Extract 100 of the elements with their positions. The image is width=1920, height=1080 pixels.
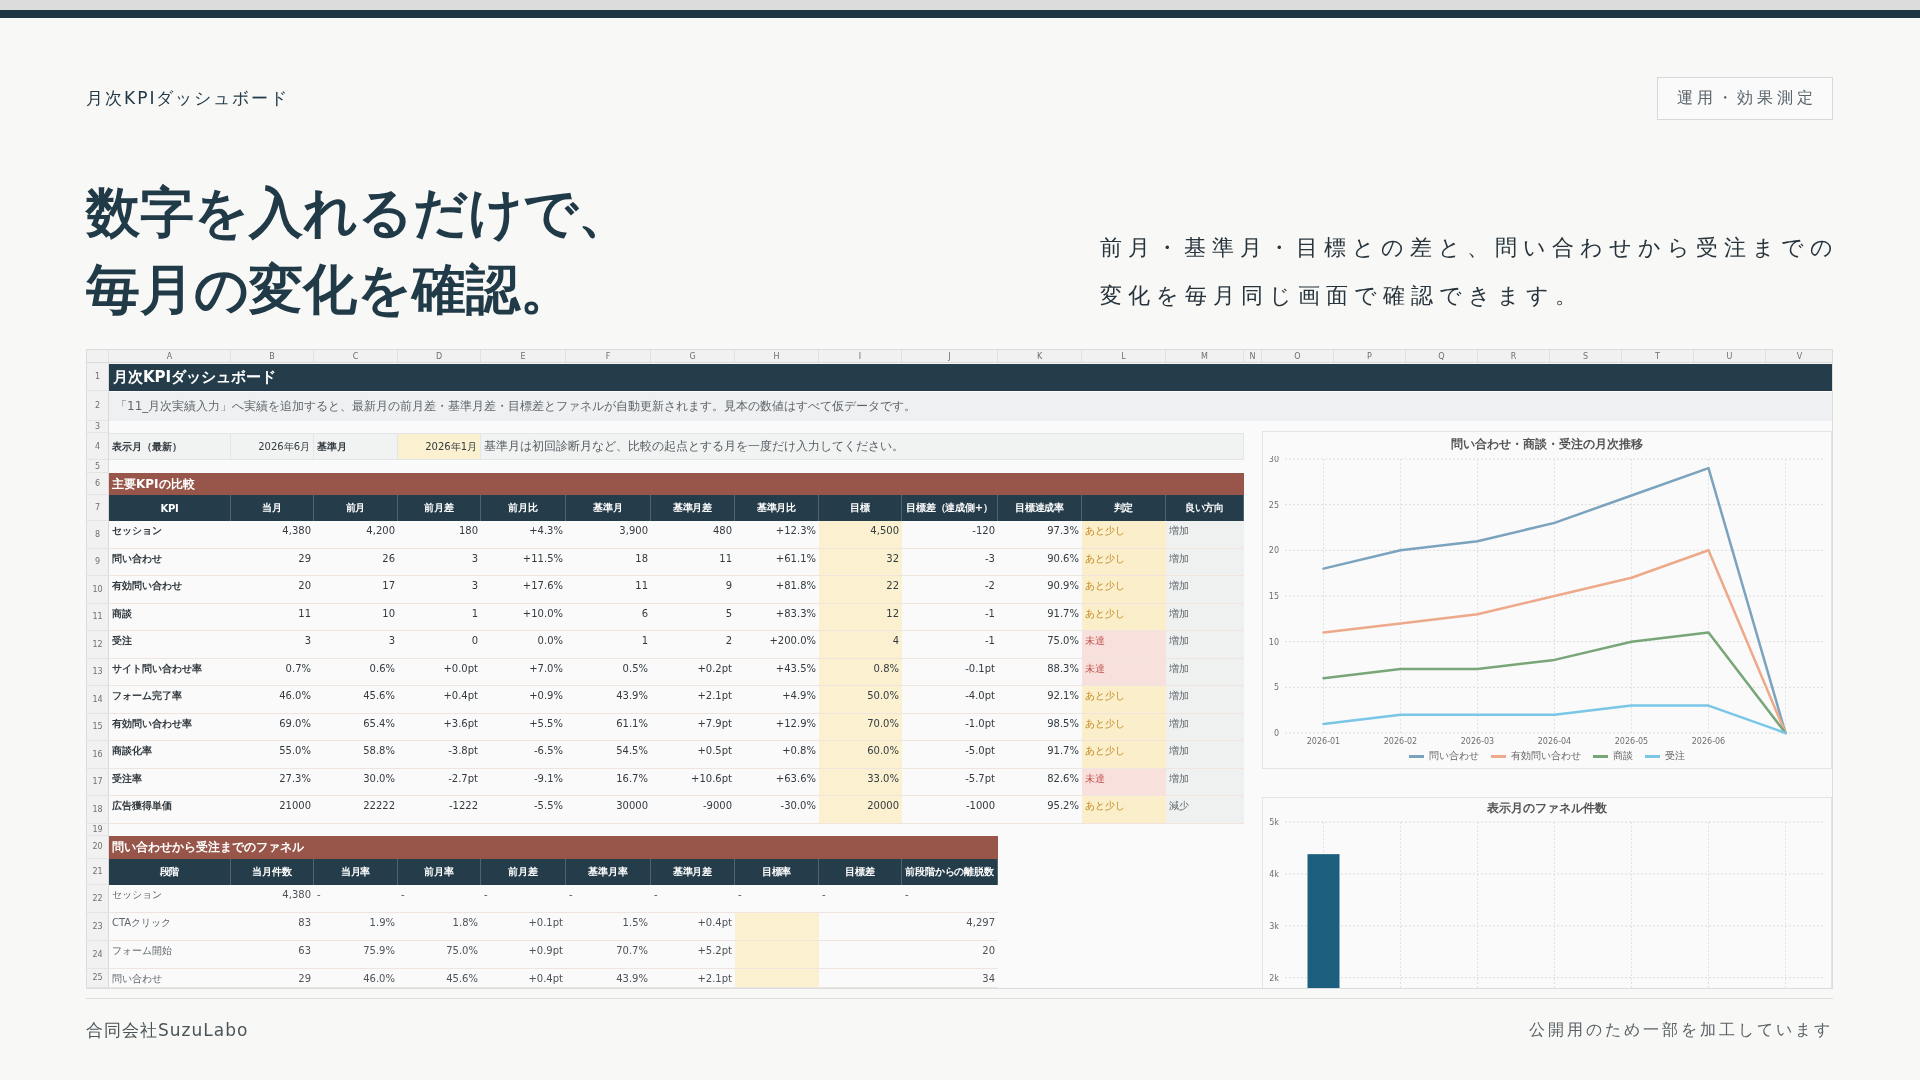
column-header: 段階 <box>109 858 231 885</box>
table-cell: 22222 <box>314 796 398 824</box>
table-cell: 65.4% <box>314 713 398 741</box>
table-cell: -1 <box>902 631 998 659</box>
column-header: KPI <box>109 495 231 521</box>
table-cell: +10.0% <box>481 603 566 631</box>
table-cell: 10 <box>314 603 398 631</box>
table-cell: 4,380 <box>231 521 314 549</box>
column-header: 目標達成率 <box>998 495 1082 521</box>
row-number: 16 <box>87 741 109 769</box>
column-letter: M <box>1166 350 1244 363</box>
table-cell: 問い合わせ <box>109 548 231 576</box>
table-cell: 1 <box>398 603 481 631</box>
axis-label: 4k <box>1269 869 1279 879</box>
column-header: 当月件数 <box>231 858 314 885</box>
chart-title: 表示月のファネル件数 <box>1487 799 1607 817</box>
table-cell: 20 <box>231 576 314 604</box>
column-letter: T <box>1622 350 1694 363</box>
column-header: 目標差 <box>819 858 902 885</box>
column-letter: D <box>398 350 481 363</box>
table-cell: 75.0% <box>398 940 481 969</box>
table-cell: 9 <box>651 576 735 604</box>
status-cell: あと少し <box>1082 796 1166 824</box>
table-cell: 45.6% <box>314 686 398 714</box>
axis-label: 2026-03 <box>1460 737 1495 744</box>
table-cell: 3 <box>314 631 398 659</box>
row-number: 21 <box>87 858 109 885</box>
row-number: 5 <box>87 460 109 473</box>
table-cell: 商談化率 <box>109 741 231 769</box>
column-letter: R <box>1478 350 1550 363</box>
table-cell: 増加 <box>1166 521 1244 549</box>
table-cell: 受注 <box>109 631 231 659</box>
table-cell: 5 <box>651 603 735 631</box>
table-cell: 16.7% <box>566 768 651 796</box>
disclaimer-text: 公開用のため一部を加工しています <box>1529 1019 1833 1041</box>
table-cell: +7.9pt <box>651 713 735 741</box>
table-cell: セッション <box>109 884 231 913</box>
input-cell: 4,500 <box>819 521 902 549</box>
input-cell: 2026年1月 <box>398 433 481 460</box>
column-letter: P <box>1334 350 1406 363</box>
table-cell: - <box>481 884 566 913</box>
table-cell: サイト問い合わせ率 <box>109 658 231 686</box>
table-cell: 29 <box>231 548 314 576</box>
row-number: 4 <box>87 433 109 460</box>
sheet-title: 月次KPIダッシュボード <box>109 364 1832 391</box>
column-header: 前月 <box>314 495 398 521</box>
table-cell: 180 <box>398 521 481 549</box>
table-cell: -1222 <box>398 796 481 824</box>
table-cell: 18 <box>566 548 651 576</box>
table-cell: 4,380 <box>231 884 314 913</box>
table-cell: +0.1pt <box>481 912 566 941</box>
table-cell: - <box>566 884 651 913</box>
table-cell: +3.6pt <box>398 713 481 741</box>
column-letter: F <box>566 350 651 363</box>
column-letter: U <box>1694 350 1766 363</box>
table-cell: -9000 <box>651 796 735 824</box>
table-cell: - <box>902 884 998 913</box>
axis-label: 2026-02 <box>1383 737 1418 744</box>
status-cell: あと少し <box>1082 576 1166 604</box>
axis-label: 2k <box>1269 973 1279 983</box>
column-letter: N <box>1244 350 1262 363</box>
column-header: 前月率 <box>398 858 481 885</box>
table-cell: -2 <box>902 576 998 604</box>
row-number: 8 <box>87 521 109 549</box>
table-cell: 27.3% <box>231 768 314 796</box>
table-cell: -1.0pt <box>902 713 998 741</box>
table-cell: 受注率 <box>109 768 231 796</box>
table-cell: -9.1% <box>481 768 566 796</box>
column-letter: E <box>481 350 566 363</box>
table-cell: 11 <box>651 548 735 576</box>
field-label: 基準月 <box>314 433 398 460</box>
table-cell: 30.0% <box>314 768 398 796</box>
column-header: 前段階からの離脱数 <box>902 858 998 885</box>
row-number: 24 <box>87 940 109 969</box>
table-cell: 30000 <box>566 796 651 824</box>
legend-label: 問い合わせ <box>1429 749 1479 763</box>
table-cell: 54.5% <box>566 741 651 769</box>
row-number: 15 <box>87 713 109 741</box>
headline: 数字を入れるだけで、 毎月の変化を確認。 <box>86 180 632 323</box>
table-cell: 4,297 <box>902 912 998 941</box>
column-header: 基準月差 <box>651 858 735 885</box>
column-header: 前月比 <box>481 495 566 521</box>
table-cell: +10.6pt <box>651 768 735 796</box>
input-cell: 60.0% <box>819 741 902 769</box>
axis-label: 10 <box>1268 637 1279 647</box>
table-cell: +0.2pt <box>651 658 735 686</box>
column-letter: A <box>109 350 231 363</box>
table-cell: 2 <box>651 631 735 659</box>
table-cell: 0.6% <box>314 658 398 686</box>
sheet-note: 「11_月次実績入力」へ実績を追加すると、最新月の前月差・基準月差・目標差とファネルが自動更新されます。見本の数値はすべて仮データです。 <box>109 391 1832 421</box>
table-cell: 増加 <box>1166 686 1244 714</box>
row-number: 3 <box>87 421 109 433</box>
chart-title: 問い合わせ・商談・受注の月次推移 <box>1451 435 1643 453</box>
table-cell: 商談 <box>109 603 231 631</box>
table-cell: -1000 <box>902 796 998 824</box>
legend-label: 有効問い合わせ <box>1511 749 1581 763</box>
status-cell: あと少し <box>1082 741 1166 769</box>
axis-label: 2026-04 <box>1537 737 1572 744</box>
table-cell: +0.4pt <box>398 686 481 714</box>
input-cell: 12 <box>819 603 902 631</box>
